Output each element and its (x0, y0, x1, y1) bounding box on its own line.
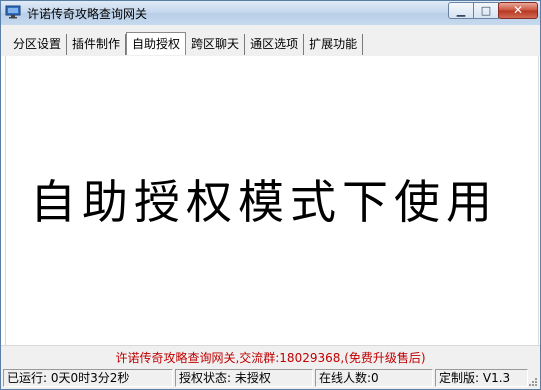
tab-self-authorization[interactable]: 自助授权 (126, 32, 187, 55)
tab-list: 分区设置 插件制作 自助授权 跨区聊天 通区选项 扩展功能 (8, 32, 364, 55)
resize-grip-icon[interactable] (528, 377, 538, 387)
tab-strip: 分区设置 插件制作 自助授权 跨区聊天 通区选项 扩展功能 (1, 25, 540, 56)
close-button[interactable]: ✕ (498, 2, 538, 19)
app-window: 许诺传奇攻略查询网关 ▁ □ ✕ 分区设置 插件制作 自助授权 跨区聊天 通区选… (0, 0, 541, 390)
status-online-count: 在线人数:0 (315, 369, 433, 387)
status-bar: 已运行: 0天0时3分2秒 授权状态: 未授权 在线人数:0 定制版: V1.3 (1, 367, 540, 389)
maximize-button[interactable]: □ (473, 2, 499, 19)
title-bar[interactable]: 许诺传奇攻略查询网关 ▁ □ ✕ (1, 1, 540, 26)
window-title: 许诺传奇攻略查询网关 (27, 7, 148, 21)
status-edition: 定制版: V1.3 (435, 369, 528, 387)
tab-extended-functions[interactable]: 扩展功能 (304, 34, 364, 55)
footer-info-text: 许诺传奇攻略查询网关,交流群:18029368,(免费升级售后) (115, 351, 426, 365)
tab-partition-settings[interactable]: 分区设置 (8, 34, 68, 55)
footer-info-bar: 许诺传奇攻略查询网关,交流群:18029368,(免费升级售后) (1, 345, 540, 368)
tab-cross-zone-chat[interactable]: 跨区聊天 (186, 34, 246, 55)
tab-all-zone-options[interactable]: 通区选项 (245, 34, 305, 55)
tab-plugin-making[interactable]: 插件制作 (67, 34, 127, 55)
status-auth: 授权状态: 未授权 (175, 369, 313, 387)
minimize-button[interactable]: ▁ (448, 2, 474, 19)
minimize-icon: ▁ (456, 4, 466, 17)
maximize-icon: □ (480, 4, 492, 17)
mode-message: 自助授权模式下使用 (30, 175, 498, 229)
tab-content-panel: 自助授权模式下使用 (5, 56, 539, 345)
status-runtime: 已运行: 0天0时3分2秒 (3, 369, 173, 387)
close-icon: ✕ (512, 3, 524, 17)
monitor-icon (5, 5, 21, 19)
